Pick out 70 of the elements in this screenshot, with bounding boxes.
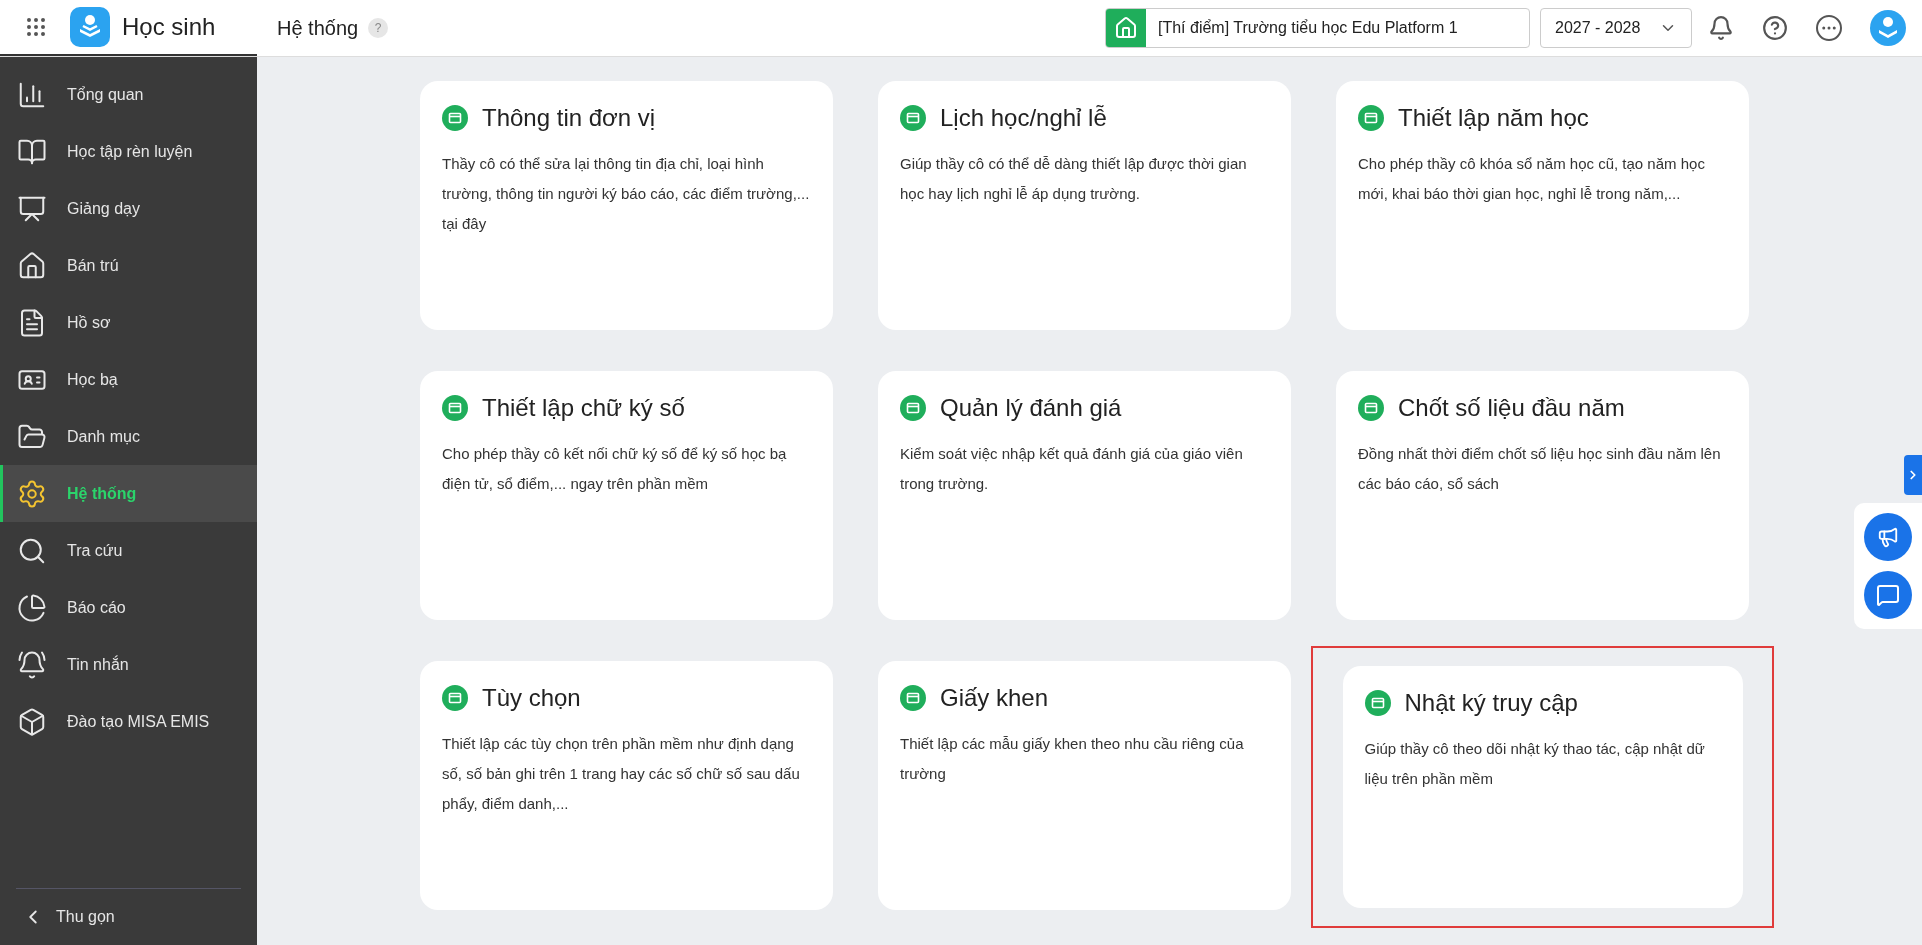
sidebar-item[interactable]: Hồ sơ xyxy=(0,294,257,351)
announcement-button[interactable] xyxy=(1864,513,1912,561)
sidebar-item[interactable]: Bán trú xyxy=(0,237,257,294)
notification-bell-icon[interactable] xyxy=(1708,15,1734,41)
folder-icon xyxy=(1358,395,1384,421)
school-year-dropdown[interactable]: 2027 - 2028 xyxy=(1540,8,1692,48)
card-description: Giúp thầy cô có thể dễ dàng thiết lập được thời gian học hay lịch nghỉ lễ áp dụng trường. xyxy=(900,154,1248,204)
bell-icon xyxy=(17,649,47,680)
card-description: Đồng nhất thời điểm chốt số liệu học sinh đầu năm lên các báo cáo, sổ sách xyxy=(1358,444,1722,494)
card-title: Tùy chọn xyxy=(482,683,581,713)
avatar-icon[interactable] xyxy=(1870,10,1906,46)
apps-menu-icon[interactable] xyxy=(24,15,48,39)
card-description: Thiết lập các mẫu giấy khen theo nhu cầu riêng của trường xyxy=(900,734,1245,784)
expand-tab[interactable] xyxy=(1904,455,1922,495)
sidebar-item[interactable]: Tin nhắn xyxy=(0,636,257,693)
card-description: Thiết lập các tùy chọn trên phần mềm như định dạng số, số bản ghi trên 1 trang hay các số chữ số sau dấu phẩy, điểm danh,... xyxy=(442,734,801,814)
card-title: Chốt số liệu đầu năm xyxy=(1398,393,1625,423)
sidebar-item[interactable]: Tra cứu xyxy=(0,522,257,579)
megaphone-icon xyxy=(1877,526,1899,548)
app-logo-icon xyxy=(70,7,110,47)
settings-card[interactable]: Lịch học/nghỉ lễ Giúp thầy cô có thể dễ dàng thiết lập được thời gian học hay lịch nghỉ lễ áp dụng trường. xyxy=(878,81,1291,330)
card-description: Kiểm soát việc nhập kết quả đánh giá của giáo viên trong trường. xyxy=(900,444,1244,494)
folder-icon xyxy=(442,395,468,421)
settings-card[interactable]: Nhật ký truy cập Giúp thầy cô theo dõi nhật ký thao tác, cập nhật dữ liệu trên phần mềm xyxy=(1342,666,1743,908)
card-title: Lịch học/nghỉ lễ xyxy=(940,103,1107,133)
help-icon[interactable] xyxy=(1762,15,1788,41)
collapse-button[interactable]: Thu gọn xyxy=(0,889,257,945)
chat-icon xyxy=(1876,583,1900,607)
sidebar-item[interactable]: Giảng dạy xyxy=(0,180,257,237)
sidebar-item[interactable]: Đào tạo MISA EMIS xyxy=(0,693,257,750)
settings-card[interactable]: Giấy khen Thiết lập các mẫu giấy khen theo nhu cầu riêng của trường xyxy=(878,661,1291,910)
folder-icon xyxy=(900,395,926,421)
folder-icon xyxy=(442,685,468,711)
sidebar-item[interactable]: Danh mục xyxy=(0,408,257,465)
school-selector[interactable]: [Thí điểm] Trường tiểu học Edu Platform 1 xyxy=(1105,8,1530,48)
app-name: Học sinh xyxy=(122,12,216,42)
card-title: Thiết lập chữ ký số xyxy=(482,393,685,423)
sidebar-item[interactable]: Học bạ xyxy=(0,351,257,408)
house-icon xyxy=(17,250,47,281)
cube-icon xyxy=(17,706,47,737)
card-title: Thiết lập năm học xyxy=(1398,103,1589,133)
settings-card[interactable]: Thiết lập chữ ký số Cho phép thầy cô kết nối chữ ký số để ký số học bạ điện tử, sổ điểm,... ngay trên phần mềm xyxy=(420,371,833,620)
folder-icon xyxy=(442,105,468,131)
settings-icon xyxy=(17,478,47,509)
sidebar-item[interactable]: Tổng quan xyxy=(0,66,257,123)
card-description: Cho phép thầy cô kết nối chữ ký số để ký số học bạ điện tử, sổ điểm,... ngay trên phần mềm xyxy=(442,444,788,494)
settings-card[interactable]: Quản lý đánh giá Kiểm soát việc nhập kết quả đánh giá của giáo viên trong trường. xyxy=(878,371,1291,620)
folder-icon xyxy=(1358,105,1384,131)
card-title: Thông tin đơn vị xyxy=(482,103,656,133)
settings-card[interactable]: Thông tin đơn vị Thầy cô có thể sửa lại thông tin địa chỉ, loại hình trường, thông tin người ký báo cáo, các điểm trường,... tại đây xyxy=(420,81,833,330)
school-icon xyxy=(1106,9,1146,47)
folder-icon xyxy=(900,105,926,131)
settings-card[interactable]: Tùy chọn Thiết lập các tùy chọn trên phần mềm như định dạng số, số bản ghi trên 1 trang hay các số chữ số sau dấu phẩy, điểm danh,... xyxy=(420,661,833,910)
card-title: Quản lý đánh giá xyxy=(940,393,1122,423)
sidebar-item[interactable]: Hệ thống xyxy=(0,465,257,522)
folder-icon xyxy=(900,685,926,711)
pie-chart-icon xyxy=(17,592,47,623)
card-description: Giúp thầy cô theo dõi nhật ký thao tác, cập nhật dữ liệu trên phần mềm xyxy=(1364,739,1706,789)
settings-card[interactable]: Chốt số liệu đầu năm Đồng nhất thời điểm chốt số liệu học sinh đầu năm lên các báo cáo, sổ sách xyxy=(1336,371,1749,620)
card-description: Cho phép thầy cô khóa sổ năm học cũ, tạo năm học mới, khai báo thời gian học, nghỉ lễ trong năm,... xyxy=(1358,154,1706,204)
sidebar-item[interactable]: Học tập rèn luyện xyxy=(0,123,257,180)
card-description: Thầy cô có thể sửa lại thông tin địa chỉ, loại hình trường, thông tin người ký báo cáo, các điểm trường,... tại đây xyxy=(442,154,811,234)
more-icon[interactable] xyxy=(1816,15,1842,41)
sidebar-item[interactable]: Báo cáo xyxy=(0,579,257,636)
card-title: Nhật ký truy cập xyxy=(1404,688,1578,718)
page-title: Hệ thống xyxy=(277,16,359,41)
card-title: Giấy khen xyxy=(940,683,1049,713)
settings-card[interactable]: Thiết lập năm học Cho phép thầy cô khóa sổ năm học cũ, tạo năm học mới, khai báo thời gian học, nghỉ lễ trong năm,... xyxy=(1336,81,1749,330)
folder-icon xyxy=(1364,690,1391,716)
chat-button[interactable] xyxy=(1864,571,1912,619)
